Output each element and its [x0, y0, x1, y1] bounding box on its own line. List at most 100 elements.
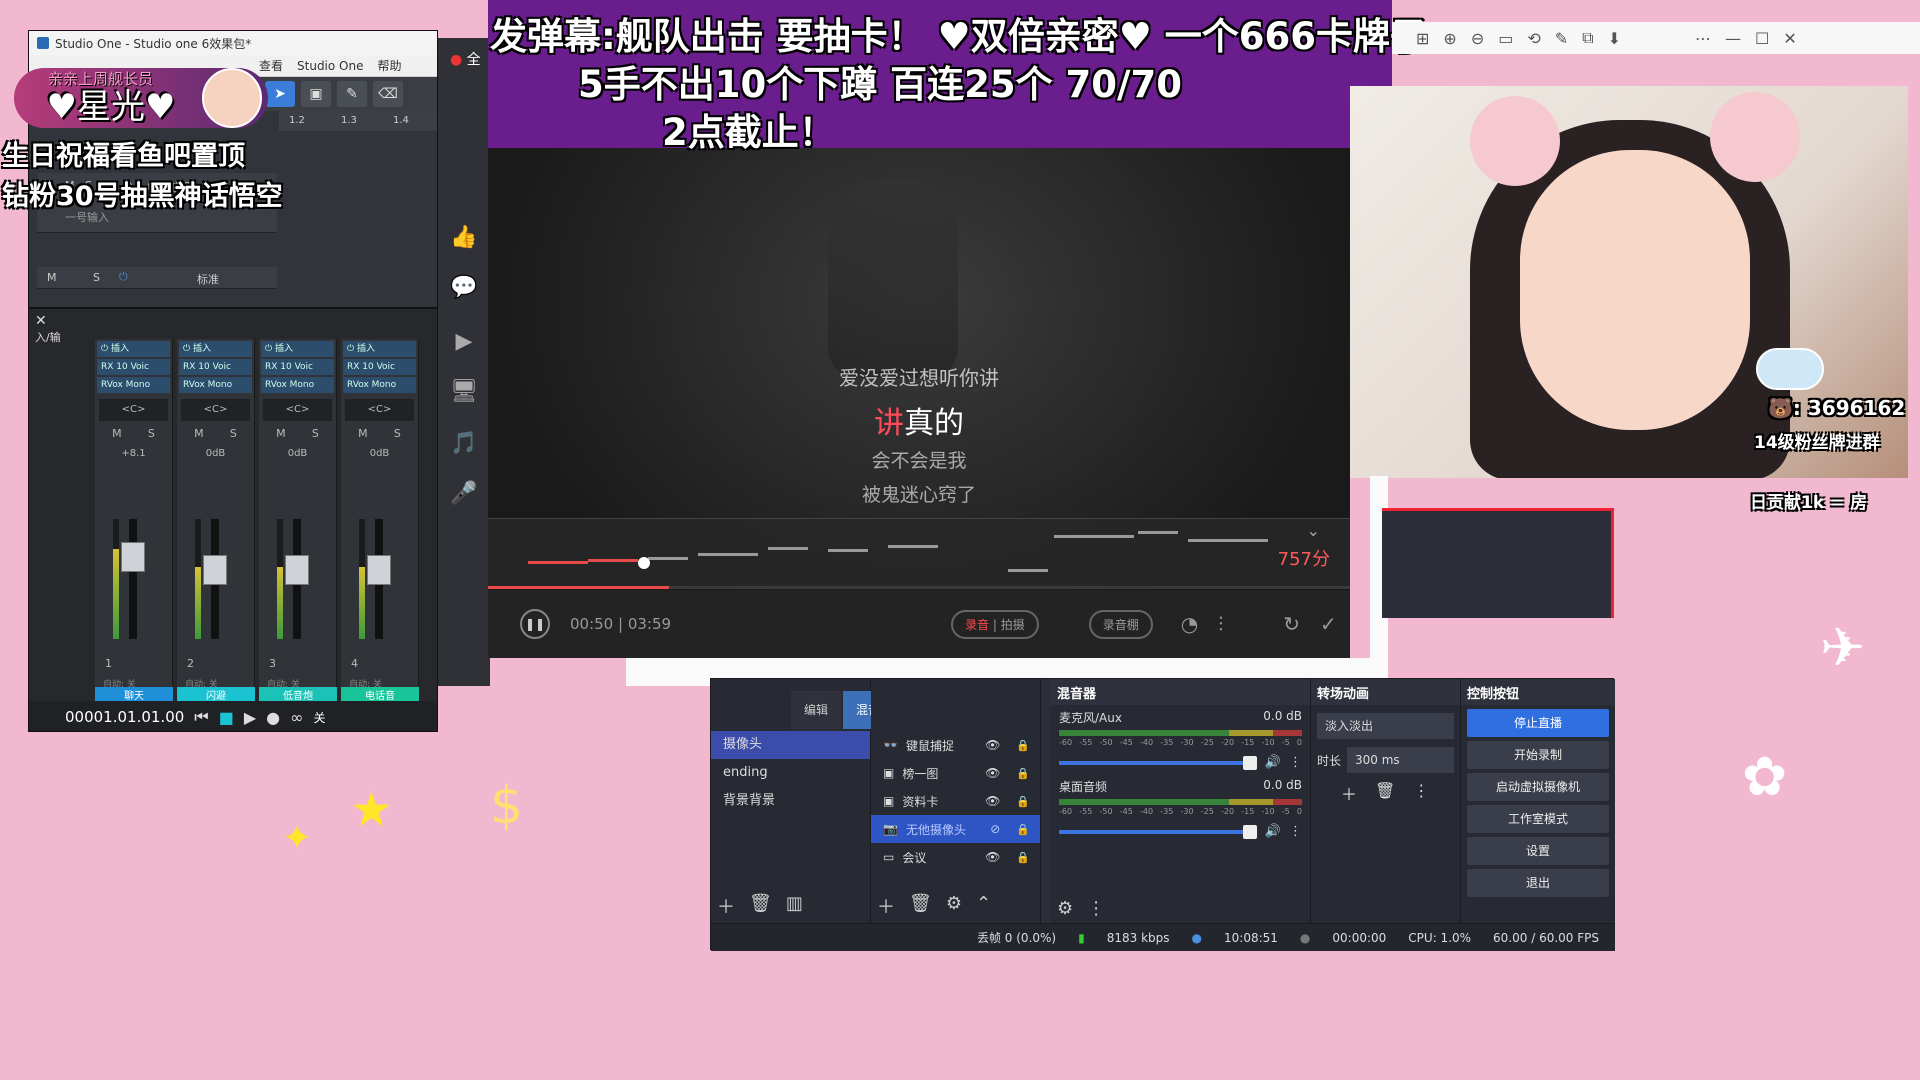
volume-fader[interactable]	[285, 555, 309, 585]
channel-insert-header[interactable]: ⏻ 插入	[343, 341, 416, 357]
mode-select[interactable]: 标准	[197, 271, 219, 287]
more-vertical-icon[interactable]: ⋮	[1087, 898, 1105, 919]
footer-solo-button[interactable]: S	[93, 271, 100, 284]
play-icon[interactable]: ▶	[244, 708, 256, 727]
lock-icon[interactable]: 🔒	[1016, 739, 1030, 752]
mute-button[interactable]: M	[276, 427, 286, 440]
menu-help[interactable]: 帮助	[377, 57, 401, 74]
record-button[interactable]: 录音 | 拍摄	[951, 609, 1039, 639]
add-icon[interactable]: ＋	[1341, 781, 1357, 805]
duration-input[interactable]: 300 ms	[1347, 747, 1454, 773]
start-virtual-camera-button[interactable]: 启动虚拟摄像机	[1467, 773, 1609, 801]
chevron-up-icon[interactable]: ⌃	[976, 893, 991, 919]
source-item[interactable]: 👓 键鼠捕捉 👁 🔒	[871, 731, 1040, 759]
rotate-icon[interactable]: ⟲	[1527, 29, 1540, 48]
minimize-icon[interactable]: —	[1725, 29, 1741, 48]
channel-insert-header[interactable]: ⏻ 插入	[261, 341, 334, 357]
volume-fader[interactable]	[203, 555, 227, 585]
eye-off-icon[interactable]: ⊘	[990, 822, 1000, 836]
speaker-icon[interactable]: 🔊	[1265, 824, 1281, 839]
equalizer-icon[interactable]: ⫶	[1218, 612, 1223, 636]
lock-icon[interactable]: 🔒	[1016, 767, 1030, 780]
comment-icon[interactable]: 💬	[450, 274, 478, 302]
grid-icon[interactable]: ⊞	[1416, 29, 1429, 48]
close-icon[interactable]: ✕	[35, 313, 47, 329]
gear-icon[interactable]: ⚙	[946, 893, 962, 919]
menu-studio-one[interactable]: Studio One	[297, 59, 363, 73]
channel-insert-slot[interactable]: RX 10 Voic	[261, 359, 334, 375]
speaker-icon[interactable]: 🔊	[1265, 755, 1281, 770]
channel-insert-slot[interactable]: RVox Mono	[97, 377, 170, 393]
source-item[interactable]: ▣ 榜一图 👁 🔒	[871, 759, 1040, 787]
volume-slider-handle[interactable]	[1242, 824, 1257, 839]
mute-button[interactable]: M	[194, 427, 204, 440]
trash-icon[interactable]: 🗑	[1375, 781, 1395, 805]
menu-view[interactable]: 查看	[259, 57, 283, 74]
footer-mute-button[interactable]: M	[47, 271, 57, 284]
settings-button[interactable]: 设置	[1467, 837, 1609, 865]
transition-select[interactable]: 淡入淡出	[1317, 713, 1454, 739]
eye-icon[interactable]: 👁	[985, 850, 1000, 864]
eye-icon[interactable]: 👁	[985, 794, 1000, 808]
more-vertical-icon[interactable]: ⋮	[1289, 755, 1302, 770]
timeline-ruler[interactable]: 1.2 1.3 1.4	[279, 111, 437, 131]
speed-icon[interactable]: ◔	[1181, 612, 1198, 636]
eye-icon[interactable]: 👁	[985, 766, 1000, 780]
scene-item[interactable]: 摄像头	[711, 731, 870, 759]
fit-icon[interactable]: ▭	[1498, 29, 1513, 48]
eraser-tool-button[interactable]: ⌫	[373, 81, 403, 107]
record-icon[interactable]: ●	[266, 708, 280, 727]
karaoke-icon[interactable]: 🎵	[450, 430, 478, 458]
add-icon[interactable]: ＋	[717, 893, 735, 919]
eye-icon[interactable]: 👁	[985, 738, 1000, 752]
channel-insert-slot[interactable]: RVox Mono	[261, 377, 334, 393]
save-icon[interactable]: ⬇	[1608, 29, 1621, 48]
pan-knob[interactable]: <C>	[99, 399, 168, 421]
trash-icon[interactable]: 🗑	[909, 893, 932, 919]
solo-button[interactable]: S	[148, 427, 155, 440]
tab-edit[interactable]: 编辑	[791, 691, 841, 729]
filter-icon[interactable]: ▥	[786, 893, 803, 919]
pan-knob[interactable]: <C>	[263, 399, 332, 421]
more-vertical-icon[interactable]: ⋮	[1413, 781, 1429, 805]
volume-slider-handle[interactable]	[1242, 755, 1257, 770]
video-icon[interactable]: ▶	[450, 328, 478, 356]
channel-insert-slot[interactable]: RVox Mono	[343, 377, 416, 393]
exit-button[interactable]: 退出	[1467, 869, 1609, 897]
studio-mode-button[interactable]: 工作室模式	[1467, 805, 1609, 833]
lock-icon[interactable]: 🔒	[1016, 823, 1030, 836]
maximize-icon[interactable]: ☐	[1755, 29, 1769, 48]
mute-button[interactable]: M	[358, 427, 368, 440]
range-tool-button[interactable]: ▣	[301, 81, 331, 107]
repeat-icon[interactable]: ↻	[1283, 612, 1300, 636]
source-item[interactable]: 📷 无他摄像头 ⊘ 🔒	[871, 815, 1040, 843]
pause-button[interactable]: ❚❚	[520, 609, 550, 639]
rewind-icon[interactable]: ⏮	[194, 707, 208, 727]
start-recording-button[interactable]: 开始录制	[1467, 741, 1609, 769]
solo-button[interactable]: S	[312, 427, 319, 440]
volume-fader[interactable]	[367, 555, 391, 585]
gear-icon[interactable]: ⚙	[1057, 898, 1073, 919]
microphone-icon[interactable]: 🎤	[450, 480, 478, 508]
stop-streaming-button[interactable]: 停止直播	[1467, 709, 1609, 737]
channel-insert-header[interactable]: ⏻ 插入	[179, 341, 252, 357]
close-icon[interactable]: ✕	[1783, 29, 1796, 48]
copy-icon[interactable]: ⧉	[1582, 28, 1593, 48]
stop-icon[interactable]: ■	[219, 708, 234, 727]
zoom-out-icon[interactable]: ⊖	[1471, 29, 1484, 48]
chevron-down-icon[interactable]: ⌄	[1307, 521, 1320, 540]
loop-icon[interactable]: ∞	[290, 708, 303, 727]
add-icon[interactable]: ＋	[877, 893, 895, 919]
more-vertical-icon[interactable]: ⋮	[1289, 824, 1302, 839]
volume-slider[interactable]	[1059, 755, 1257, 770]
song-progress-bar[interactable]	[488, 586, 1350, 589]
solo-button[interactable]: S	[230, 427, 237, 440]
volume-fader[interactable]	[121, 542, 145, 572]
zoom-in-icon[interactable]: ⊕	[1443, 29, 1456, 48]
pan-knob[interactable]: <C>	[345, 399, 414, 421]
lock-icon[interactable]: 🔒	[1016, 851, 1030, 864]
power-icon[interactable]: ⏻	[119, 270, 128, 284]
channel-insert-slot[interactable]: RX 10 Voic	[97, 359, 170, 375]
scene-item[interactable]: ending	[711, 759, 870, 787]
studio-record-button[interactable]: 录音棚	[1088, 609, 1153, 639]
